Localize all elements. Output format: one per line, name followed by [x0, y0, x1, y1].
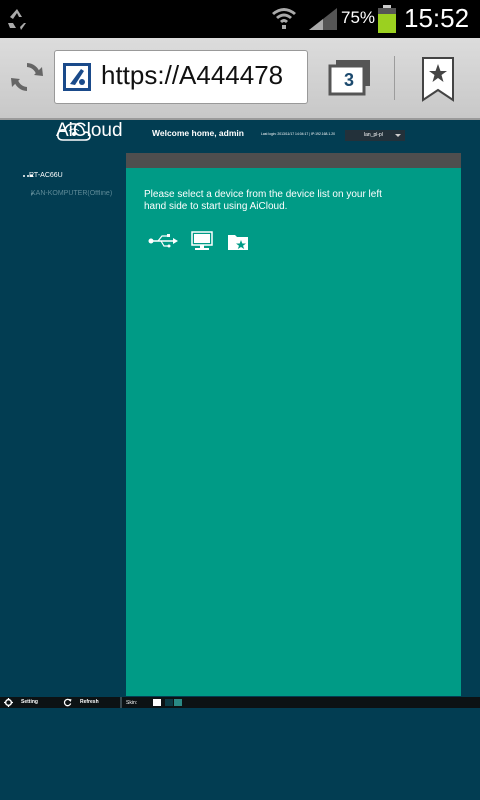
content-header [126, 153, 461, 168]
skin-swatch-white[interactable] [153, 699, 161, 706]
skin-label: Skin: [126, 700, 138, 706]
usb-icon [148, 234, 178, 248]
divider [120, 697, 122, 708]
aicloud-page: AiCloud Welcome home, admin Last login: … [0, 120, 480, 800]
content-panel: Please select a device from the device l… [126, 168, 461, 696]
signal-icon [309, 8, 337, 30]
language-select[interactable]: lan_pl-pl [345, 130, 405, 141]
bottom-bar: Setting Refresh Skin: [0, 697, 480, 708]
refresh-icon [63, 698, 72, 707]
setting-label: Setting [21, 699, 38, 705]
device-item-router[interactable]: RT-AC66U [23, 172, 63, 179]
cloud-folder-icon [228, 235, 248, 250]
bookmark-icon[interactable] [420, 56, 456, 102]
url-text: https://A444478 [101, 60, 284, 90]
battery-percentage: 75% [341, 8, 376, 27]
device-item-computer[interactable]: KAN-KOMPUTER(Offline) [31, 190, 127, 197]
skin-swatch-dark[interactable] [165, 699, 173, 706]
battery-icon [378, 5, 396, 33]
browser-toolbar: https://A444478 3 [0, 38, 480, 120]
device-label: KAN-KOMPUTER(Offline) [31, 190, 113, 197]
computer-icon [191, 231, 213, 250]
chevron-down-icon [395, 134, 401, 137]
wifi-icon [272, 8, 296, 29]
gear-icon [4, 698, 13, 707]
chevron-down-icon [31, 193, 34, 197]
refresh-label: Refresh [80, 699, 99, 705]
url-bar[interactable]: https://A444478 [54, 50, 308, 104]
welcome-message: Welcome home, admin [152, 128, 244, 138]
router-icon [23, 175, 33, 177]
skin-swatch-teal[interactable] [174, 699, 182, 706]
device-label: RT-AC66U [29, 172, 63, 179]
reload-icon[interactable] [6, 56, 48, 98]
status-bar: 75% 15:52 [0, 0, 480, 38]
site-icon [63, 63, 91, 91]
recycle-icon [8, 9, 26, 30]
language-value: lan_pl-pl [364, 132, 383, 138]
last-login-info: Last login: 2013/11/17 14:04:17 | IP:192… [261, 132, 335, 136]
instructions-text: Please select a device from the device l… [144, 189, 382, 212]
toolbar-divider [394, 56, 395, 100]
tab-count: 3 [343, 70, 354, 90]
clock: 15:52 [404, 3, 470, 33]
app-name: AiCloud [56, 120, 123, 141]
